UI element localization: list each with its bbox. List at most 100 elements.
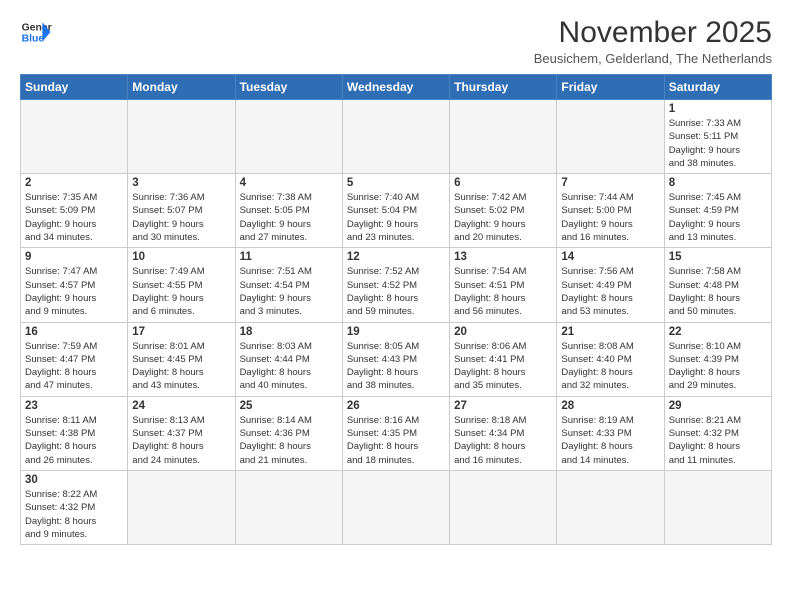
day-number: 25 [240,400,338,412]
calendar-cell: 3 Sunrise: 7:36 AM Sunset: 5:07 PM Daylig… [128,174,235,248]
calendar-cell: 18 Sunrise: 8:03 AM Sunset: 4:44 PM Dayli… [235,322,342,396]
calendar: Sunday Monday Tuesday Wednesday Thursday… [20,74,772,545]
calendar-cell: 17Sunrise: 8:01 AM Sunset: 4:45 PM Dayli… [128,322,235,396]
calendar-cell [235,470,342,544]
day-number: 1 [669,103,767,115]
day-info: Sunrise: 8:19 AM Sunset: 4:33 PM Dayligh… [561,414,659,467]
calendar-cell: 29 Sunrise: 8:21 AM Sunset: 4:32 PM Dayli… [664,396,771,470]
calendar-cell [128,100,235,174]
day-number: 29 [669,400,767,412]
day-info: Sunrise: 7:47 AM Sunset: 4:57 PM Dayligh… [25,265,123,318]
day-info: Sunrise: 7:33 AM Sunset: 5:11 PM Dayligh… [669,117,767,170]
calendar-cell: 7 Sunrise: 7:44 AM Sunset: 5:00 PM Daylig… [557,174,664,248]
calendar-week-2: 9 Sunrise: 7:47 AM Sunset: 4:57 PM Daylig… [21,248,772,322]
calendar-cell: 21 Sunrise: 8:08 AM Sunset: 4:40 PM Dayli… [557,322,664,396]
calendar-cell: 26 Sunrise: 8:16 AM Sunset: 4:35 PM Dayli… [342,396,449,470]
day-info: Sunrise: 7:59 AM Sunset: 4:47 PM Dayligh… [25,340,123,393]
calendar-cell: 16 Sunrise: 7:59 AM Sunset: 4:47 PM Dayli… [21,322,128,396]
calendar-cell: 9 Sunrise: 7:47 AM Sunset: 4:57 PM Daylig… [21,248,128,322]
calendar-cell [664,470,771,544]
header-row: Sunday Monday Tuesday Wednesday Thursday… [21,75,772,100]
day-info: Sunrise: 7:36 AM Sunset: 5:07 PM Dayligh… [132,191,230,244]
day-info: Sunrise: 8:14 AM Sunset: 4:36 PM Dayligh… [240,414,338,467]
day-info: Sunrise: 7:35 AM Sunset: 5:09 PM Dayligh… [25,191,123,244]
day-number: 30 [25,474,123,486]
calendar-cell: 30 Sunrise: 8:22 AM Sunset: 4:32 PM Dayli… [21,470,128,544]
day-number: 26 [347,400,445,412]
col-thursday: Thursday [450,75,557,100]
calendar-cell: 19 Sunrise: 8:05 AM Sunset: 4:43 PM Dayli… [342,322,449,396]
day-info: Sunrise: 7:56 AM Sunset: 4:49 PM Dayligh… [561,265,659,318]
calendar-cell [557,100,664,174]
calendar-cell [342,470,449,544]
calendar-cell: 24Sunrise: 8:13 AM Sunset: 4:37 PM Dayli… [128,396,235,470]
calendar-cell: 28 Sunrise: 8:19 AM Sunset: 4:33 PM Dayli… [557,396,664,470]
day-info: Sunrise: 8:06 AM Sunset: 4:41 PM Dayligh… [454,340,552,393]
day-number: 21 [561,326,659,338]
day-info: Sunrise: 8:05 AM Sunset: 4:43 PM Dayligh… [347,340,445,393]
header: General Blue November 2025 Beusichem, Ge… [20,16,772,66]
calendar-cell: 10Sunrise: 7:49 AM Sunset: 4:55 PM Dayli… [128,248,235,322]
day-number: 17 [132,326,230,338]
calendar-cell: 1 Sunrise: 7:33 AM Sunset: 5:11 PM Daylig… [664,100,771,174]
day-number: 9 [25,251,123,263]
day-number: 6 [454,177,552,189]
calendar-cell: 23Sunrise: 8:11 AM Sunset: 4:38 PM Dayli… [21,396,128,470]
day-info: Sunrise: 7:38 AM Sunset: 5:05 PM Dayligh… [240,191,338,244]
calendar-cell: 12 Sunrise: 7:52 AM Sunset: 4:52 PM Dayli… [342,248,449,322]
calendar-cell: 5 Sunrise: 7:40 AM Sunset: 5:04 PM Daylig… [342,174,449,248]
day-number: 12 [347,251,445,263]
calendar-week-0: 1 Sunrise: 7:33 AM Sunset: 5:11 PM Daylig… [21,100,772,174]
calendar-cell: 15Sunrise: 7:58 AM Sunset: 4:48 PM Dayli… [664,248,771,322]
day-info: Sunrise: 7:54 AM Sunset: 4:51 PM Dayligh… [454,265,552,318]
day-info: Sunrise: 7:44 AM Sunset: 5:00 PM Dayligh… [561,191,659,244]
day-number: 7 [561,177,659,189]
day-number: 23 [25,400,123,412]
day-number: 13 [454,251,552,263]
day-number: 3 [132,177,230,189]
calendar-cell [557,470,664,544]
calendar-cell: 11Sunrise: 7:51 AM Sunset: 4:54 PM Dayli… [235,248,342,322]
day-info: Sunrise: 8:03 AM Sunset: 4:44 PM Dayligh… [240,340,338,393]
title-block: November 2025 Beusichem, Gelderland, The… [534,16,772,66]
calendar-week-5: 30 Sunrise: 8:22 AM Sunset: 4:32 PM Dayli… [21,470,772,544]
day-number: 22 [669,326,767,338]
day-info: Sunrise: 8:22 AM Sunset: 4:32 PM Dayligh… [25,488,123,541]
calendar-cell: 20 Sunrise: 8:06 AM Sunset: 4:41 PM Dayli… [450,322,557,396]
col-wednesday: Wednesday [342,75,449,100]
day-info: Sunrise: 7:45 AM Sunset: 4:59 PM Dayligh… [669,191,767,244]
day-number: 14 [561,251,659,263]
day-number: 2 [25,177,123,189]
calendar-cell: 22Sunrise: 8:10 AM Sunset: 4:39 PM Dayli… [664,322,771,396]
day-info: Sunrise: 8:08 AM Sunset: 4:40 PM Dayligh… [561,340,659,393]
calendar-cell: 6 Sunrise: 7:42 AM Sunset: 5:02 PM Daylig… [450,174,557,248]
day-info: Sunrise: 7:49 AM Sunset: 4:55 PM Dayligh… [132,265,230,318]
calendar-cell: 14 Sunrise: 7:56 AM Sunset: 4:49 PM Dayli… [557,248,664,322]
day-number: 11 [240,251,338,263]
col-tuesday: Tuesday [235,75,342,100]
day-info: Sunrise: 7:40 AM Sunset: 5:04 PM Dayligh… [347,191,445,244]
col-sunday: Sunday [21,75,128,100]
calendar-cell [450,470,557,544]
calendar-body: 1 Sunrise: 7:33 AM Sunset: 5:11 PM Daylig… [21,100,772,545]
calendar-cell [21,100,128,174]
calendar-cell: 25 Sunrise: 8:14 AM Sunset: 4:36 PM Dayli… [235,396,342,470]
page: General Blue November 2025 Beusichem, Ge… [0,0,792,612]
day-number: 27 [454,400,552,412]
day-info: Sunrise: 8:13 AM Sunset: 4:37 PM Dayligh… [132,414,230,467]
calendar-cell [235,100,342,174]
day-number: 5 [347,177,445,189]
day-number: 19 [347,326,445,338]
day-info: Sunrise: 8:16 AM Sunset: 4:35 PM Dayligh… [347,414,445,467]
day-number: 28 [561,400,659,412]
day-number: 8 [669,177,767,189]
day-info: Sunrise: 8:18 AM Sunset: 4:34 PM Dayligh… [454,414,552,467]
day-number: 16 [25,326,123,338]
day-info: Sunrise: 7:42 AM Sunset: 5:02 PM Dayligh… [454,191,552,244]
day-number: 20 [454,326,552,338]
day-number: 18 [240,326,338,338]
day-info: Sunrise: 8:21 AM Sunset: 4:32 PM Dayligh… [669,414,767,467]
calendar-cell: 2 Sunrise: 7:35 AM Sunset: 5:09 PM Daylig… [21,174,128,248]
day-info: Sunrise: 7:52 AM Sunset: 4:52 PM Dayligh… [347,265,445,318]
day-number: 15 [669,251,767,263]
